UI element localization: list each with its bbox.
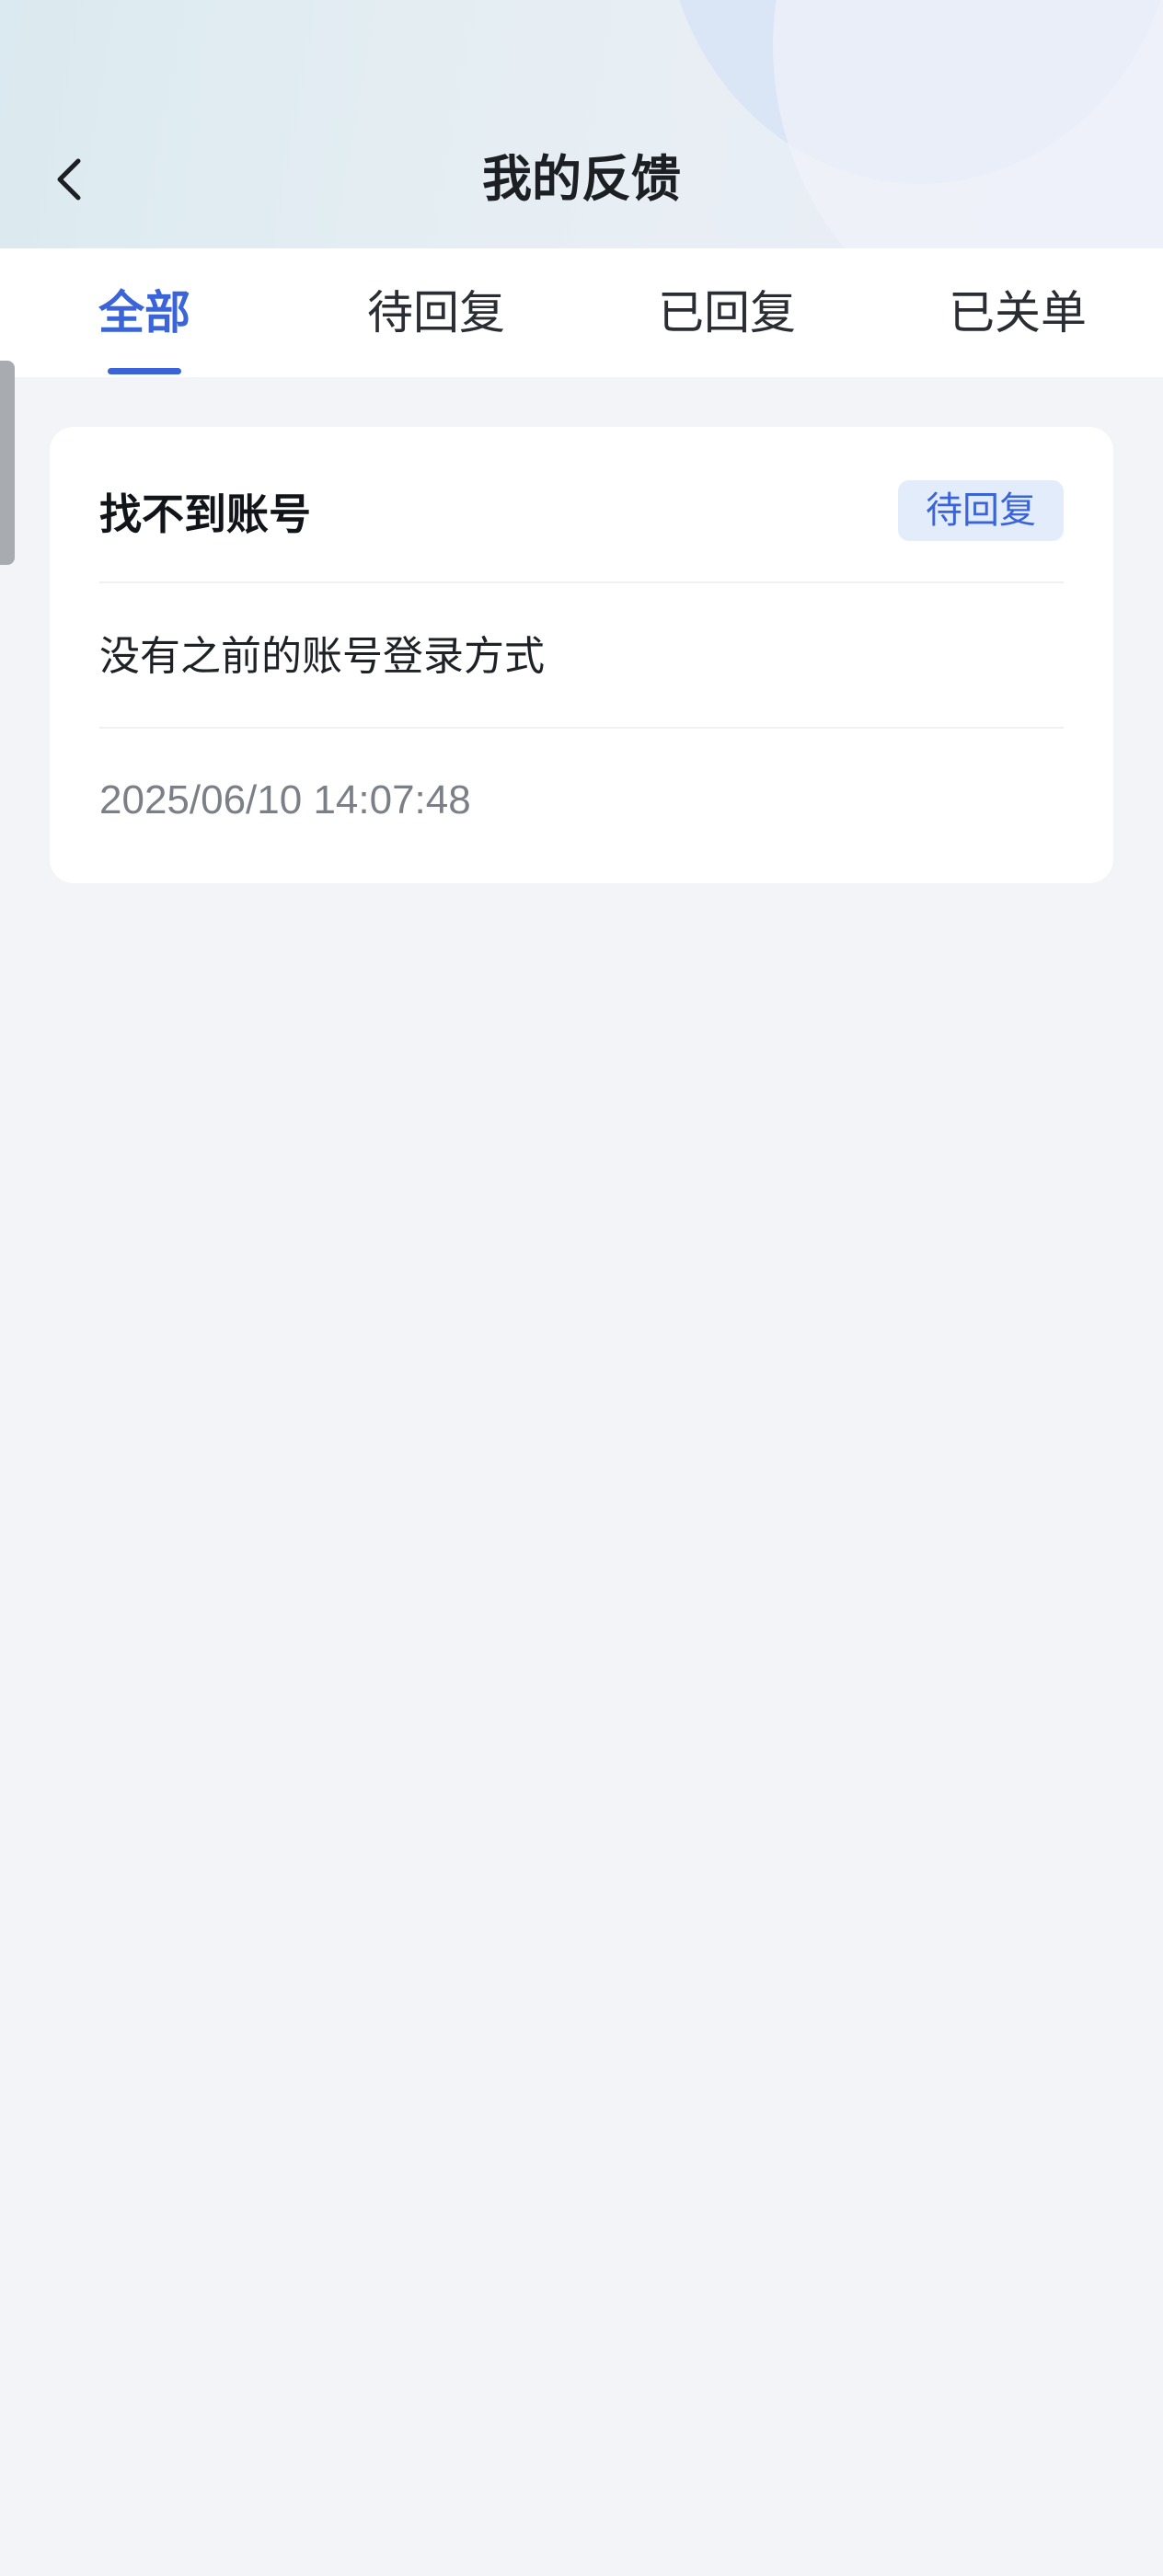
tab-replied[interactable]: 已回复: [635, 248, 819, 377]
feedback-timestamp: 2025/06/10 14:07:48: [99, 777, 471, 822]
tab-bar: 全部 待回复 已回复 已关单: [0, 248, 1163, 377]
status-badge: 待回复: [898, 480, 1064, 541]
side-drag-handle[interactable]: [0, 361, 15, 565]
tab-all[interactable]: 全部: [62, 248, 227, 377]
feedback-title: 找不到账号: [99, 489, 311, 539]
feedback-content: 没有之前的账号登录方式: [99, 633, 545, 680]
page-title: 我的反馈: [482, 150, 681, 208]
divider: [99, 581, 1064, 583]
header: 我的反馈: [0, 0, 1163, 248]
tab-closed[interactable]: 已关单: [926, 248, 1110, 377]
active-tab-indicator: [108, 368, 181, 374]
feedback-card[interactable]: 找不到账号 待回复 没有之前的账号登录方式 2025/06/10 14:07:4…: [50, 427, 1113, 883]
tab-pending-reply[interactable]: 待回复: [344, 248, 528, 377]
divider: [99, 727, 1064, 729]
